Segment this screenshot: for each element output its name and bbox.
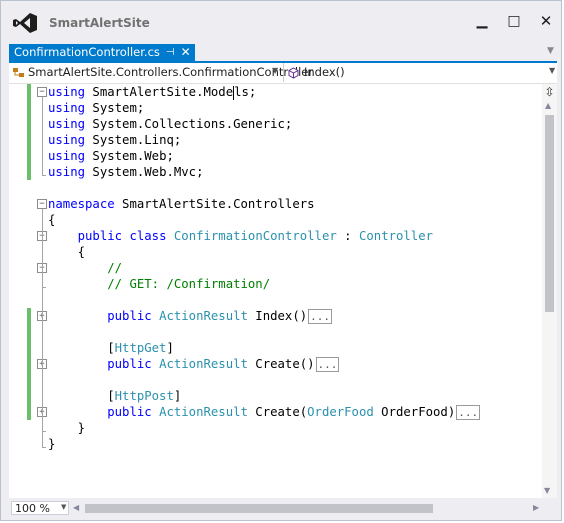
close-button[interactable]: ✕ xyxy=(532,9,560,33)
outline-guide xyxy=(42,287,46,288)
outline-guide xyxy=(42,431,46,432)
outline-guide xyxy=(42,175,46,176)
code-line: using System.Web.Mvc; xyxy=(48,165,204,179)
collapse-toggle-icon[interactable]: − xyxy=(37,87,47,97)
ide-window: SmartAlertSite ▁ □ ✕ ConfirmationControl… xyxy=(0,0,562,521)
code-line: // xyxy=(107,261,123,275)
class-icon xyxy=(13,68,24,77)
type-selector-dropdown[interactable]: SmartAlertSite.Controllers.ConfirmationC… xyxy=(9,63,313,82)
code-line: using System.Web; xyxy=(48,149,174,163)
code-line: { xyxy=(48,213,56,227)
outline-guide xyxy=(42,273,43,287)
maximize-button[interactable]: □ xyxy=(500,9,528,33)
code-line: namespace SmartAlertSite.Controllers xyxy=(48,197,315,211)
document-tab-strip: ConfirmationController.cs ⊣ ✕ ▼ xyxy=(9,44,557,62)
document-tab-label: ConfirmationController.cs xyxy=(14,45,160,59)
minimize-button[interactable]: ▁ xyxy=(468,9,496,33)
chevron-down-icon: ▼ xyxy=(272,66,279,75)
scroll-up-icon[interactable]: ▲ xyxy=(545,101,551,110)
code-line: using System.Collections.Generic; xyxy=(48,117,293,131)
code-line: public ActionResult Create()... xyxy=(107,357,340,372)
collapsed-region-marker[interactable]: ... xyxy=(456,405,481,420)
pin-tab-icon[interactable]: ⊣ xyxy=(166,44,175,61)
code-line: public ActionResult Index()... xyxy=(107,309,333,324)
member-selector-dropdown[interactable]: Index() ▼ xyxy=(287,63,557,82)
chevron-down-icon: ▼ xyxy=(61,503,67,511)
close-tab-icon[interactable]: ✕ xyxy=(181,44,191,61)
vertical-scroll-thumb[interactable] xyxy=(545,115,554,312)
code-line: using SmartAlertSite.Models; xyxy=(48,85,257,100)
change-indicator-bar xyxy=(27,84,31,180)
outline-guide xyxy=(42,97,43,175)
scroll-right-icon[interactable]: ▶ xyxy=(533,503,539,512)
type-selector-text: SmartAlertSite.Controllers.ConfirmationC… xyxy=(28,65,314,79)
collapsed-region-marker[interactable]: ... xyxy=(308,309,333,324)
outline-guide xyxy=(42,447,46,448)
zoom-level: 100 % xyxy=(15,502,50,515)
title-bar: SmartAlertSite ▁ □ ✕ xyxy=(1,1,561,41)
visual-studio-logo-icon xyxy=(13,13,37,33)
code-line: // GET: /Confirmation/ xyxy=(107,277,271,291)
collapsed-region-marker[interactable]: ... xyxy=(315,357,340,372)
scroll-left-icon[interactable]: ◀ xyxy=(73,503,79,512)
chevron-down-icon: ▼ xyxy=(549,66,556,75)
code-line: using System.Linq; xyxy=(48,133,182,147)
scroll-down-icon[interactable]: ▼ xyxy=(544,486,550,495)
code-line: [HttpGet] xyxy=(48,341,174,355)
app-title: SmartAlertSite xyxy=(49,16,150,30)
collapse-toggle-icon[interactable]: − xyxy=(37,199,47,209)
change-indicator-bar xyxy=(27,308,31,420)
code-line: public class ConfirmationController : Co… xyxy=(77,229,434,243)
outline-guide xyxy=(42,241,43,431)
navigation-bar: SmartAlertSite.Controllers.ConfirmationC… xyxy=(9,63,557,84)
split-handle-icon[interactable]: ⇳ xyxy=(542,85,557,99)
horizontal-scroll-area: 100 % ▼ ◀ ▶ xyxy=(9,499,557,517)
code-line: } xyxy=(48,437,56,451)
member-selector-text: Index() xyxy=(304,65,345,79)
method-icon xyxy=(288,67,299,79)
tab-overflow-dropdown-icon[interactable]: ▼ xyxy=(547,46,557,56)
code-line: } xyxy=(48,421,86,435)
code-text: using SmartAlertSite.Models; using Syste… xyxy=(48,84,481,451)
code-line: [HttpPost] xyxy=(48,389,182,403)
horizontal-scroll-thumb[interactable] xyxy=(85,504,433,513)
document-tab[interactable]: ConfirmationController.cs ⊣ ✕ xyxy=(9,44,195,61)
code-line: { xyxy=(48,245,86,259)
code-line: using System; xyxy=(48,101,145,115)
code-editor[interactable]: − − − − + + + using SmartAlertSite.Model… xyxy=(9,84,545,498)
code-line: public ActionResult Create(OrderFood Ord… xyxy=(107,405,481,420)
